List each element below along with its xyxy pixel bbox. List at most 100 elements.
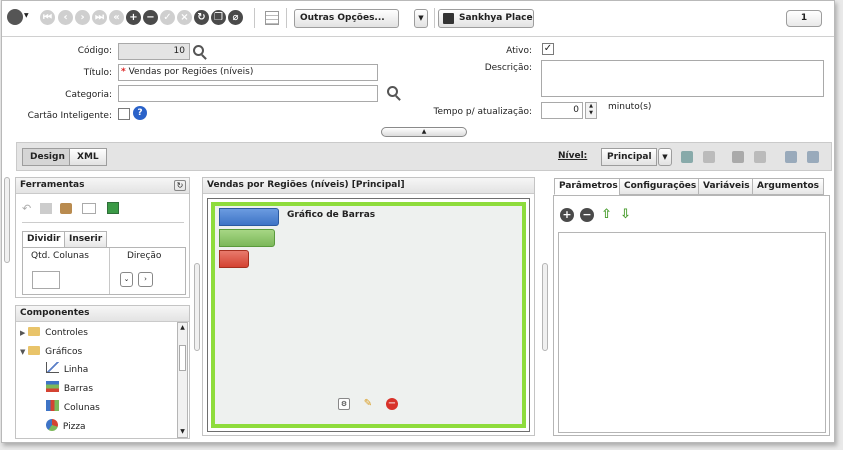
collapse-arrow-icon: ▼ [20,348,26,356]
line-chart-icon [46,362,59,373]
codigo-label: Código: [77,46,112,56]
tab-parametros[interactable]: Parâmetros [554,178,623,195]
parametros-content: + − ⇧ ⇩ [553,195,830,436]
tree-item-barras[interactable]: Barras [46,381,93,398]
pie-chart-icon [46,419,58,431]
tree-view-icon[interactable] [785,151,797,163]
direction-horizontal-icon[interactable]: › [138,272,153,287]
undo-icon[interactable]: ↶ [22,202,31,215]
move-down-icon[interactable]: ⇩ [620,207,631,222]
ferramentas-refresh-icon[interactable]: ↻ [174,180,186,191]
folder-icon [28,327,41,336]
page-counter[interactable]: 1 [786,10,822,27]
direcao-label: Direção [127,251,162,261]
collapse-form-button[interactable]: ▲ [381,127,467,137]
remove-level-icon[interactable] [703,151,715,163]
cancel-icon[interactable]: × [177,10,192,25]
first-record-icon[interactable]: ⏮ [40,10,55,25]
confirm-icon[interactable]: ✓ [160,10,175,25]
grid-menu-icon[interactable] [7,9,23,25]
descricao-label: Descrição: [484,63,532,73]
ativo-checkbox[interactable]: ✓ [542,43,554,55]
scroll-up-icon[interactable]: ▲ [178,323,187,333]
remove-parameter-button[interactable]: − [580,208,594,222]
cartao-inteligente-checkbox[interactable] [118,108,130,120]
direction-vertical-icon[interactable]: ⌄ [120,272,133,287]
tab-configuracoes[interactable]: Configurações [619,178,702,195]
delete-icon[interactable]: − [386,398,398,410]
last-record-icon[interactable]: ⏭ [92,10,107,25]
tab-dividir[interactable]: Dividir [22,231,66,248]
titulo-field[interactable]: * Vendas por Regiões (níveis) [118,64,378,81]
previous-record-icon[interactable]: ‹ [58,10,73,25]
categoria-search-icon[interactable] [387,86,398,97]
next-record-icon[interactable]: › [75,10,90,25]
previous-page-icon[interactable]: « [109,10,124,25]
help-icon[interactable]: ? [133,106,147,120]
tree-item-controles[interactable]: ▶ Controles [20,325,88,342]
tempo-atualizacao-label: Tempo p/ atualização: [433,107,532,117]
tempo-atualizacao-field[interactable]: 0 [541,102,583,119]
tree-item-colunas[interactable]: Colunas [46,400,100,417]
categoria-field[interactable] [118,85,378,102]
nivel-select[interactable]: Principal [601,148,657,166]
tree-item-linha[interactable]: Linha [46,362,88,379]
bar-green [219,229,275,247]
sankhya-place-button[interactable]: Sankhya Place [438,9,534,28]
grid-menu-caret-icon[interactable]: ▼ [24,12,29,19]
add-level-icon[interactable] [681,151,693,163]
canvas-area: Gráfico de Barras ⚙ ✎ − [207,198,530,432]
ferramentas-panel: Ferramentas ↻ ↶ Dividir Inserir Qtd. Col… [15,177,190,298]
codigo-field: 10 [118,43,190,60]
brush-tool-icon[interactable] [60,203,72,214]
frame-tool-icon[interactable] [82,203,96,214]
remove-icon[interactable]: − [143,10,158,25]
edit-pencil-icon[interactable]: ✎ [362,398,374,410]
column-chart-icon [46,400,59,411]
tree-item-pizza[interactable]: Pizza [46,419,86,436]
add-icon[interactable]: + [126,10,141,25]
app-window: ▼ ⏮ ‹ › ⏭ « + − ✓ × ↻ ❐ ⌀ Outras Opções.… [1,0,835,443]
design-bar: Design XML Nível: Principal ▼ [16,142,832,171]
copy-icon[interactable]: ❐ [211,10,226,25]
scroll-thumb[interactable] [179,345,186,371]
sheet-tool-icon[interactable] [107,202,119,214]
canvas-title: Vendas por Regiões (níveis) [Principal] [203,178,534,194]
codigo-search-icon[interactable] [193,45,204,56]
componentes-scrollbar[interactable]: ▲ ▼ [177,322,188,438]
more-options-button[interactable]: Outras Opções... [294,9,399,28]
left-panel-handle[interactable] [4,177,10,263]
qtd-colunas-label: Qtd. Colunas [31,251,89,261]
tab-variaveis[interactable]: Variáveis [698,178,755,195]
table-tool-icon[interactable] [40,203,52,214]
tempo-spinner[interactable]: ▲ ▼ [585,102,597,119]
chart-container[interactable]: Gráfico de Barras ⚙ ✎ − [211,202,526,428]
descricao-field[interactable] [541,60,824,97]
design-tab[interactable]: Design [22,148,73,166]
scroll-down-icon[interactable]: ▼ [178,427,187,437]
move-up-icon[interactable]: ⇧ [601,207,612,222]
xml-tab[interactable]: XML [69,148,107,166]
nivel-dropdown-icon[interactable]: ▼ [658,148,672,166]
tree-item-graficos[interactable]: ▼ Gráficos [20,344,82,361]
add-parameter-button[interactable]: + [560,208,574,222]
chart-properties-icon[interactable]: ⚙ [338,398,350,410]
paste-level-icon[interactable] [754,151,766,163]
qtd-colunas-input[interactable] [32,271,60,289]
grid-view-icon[interactable] [265,11,279,25]
bar-blue [219,208,279,226]
parameters-list[interactable] [558,232,826,433]
tree-label: Linha [63,365,89,375]
attach-icon[interactable]: ⌀ [228,10,243,25]
copy-level-icon[interactable] [732,151,744,163]
refresh-icon[interactable]: ↻ [194,10,209,25]
canvas-left-handle[interactable] [194,263,200,351]
more-options-dropdown-icon[interactable]: ▼ [414,9,428,28]
tab-inserir[interactable]: Inserir [64,231,108,248]
expand-arrow-icon: ▶ [20,329,26,337]
preview-icon[interactable] [807,151,819,163]
titulo-label: Título: [32,68,112,78]
tree-label: Colunas [63,403,100,413]
tab-argumentos[interactable]: Argumentos [752,178,824,195]
canvas-right-handle[interactable] [542,263,548,351]
